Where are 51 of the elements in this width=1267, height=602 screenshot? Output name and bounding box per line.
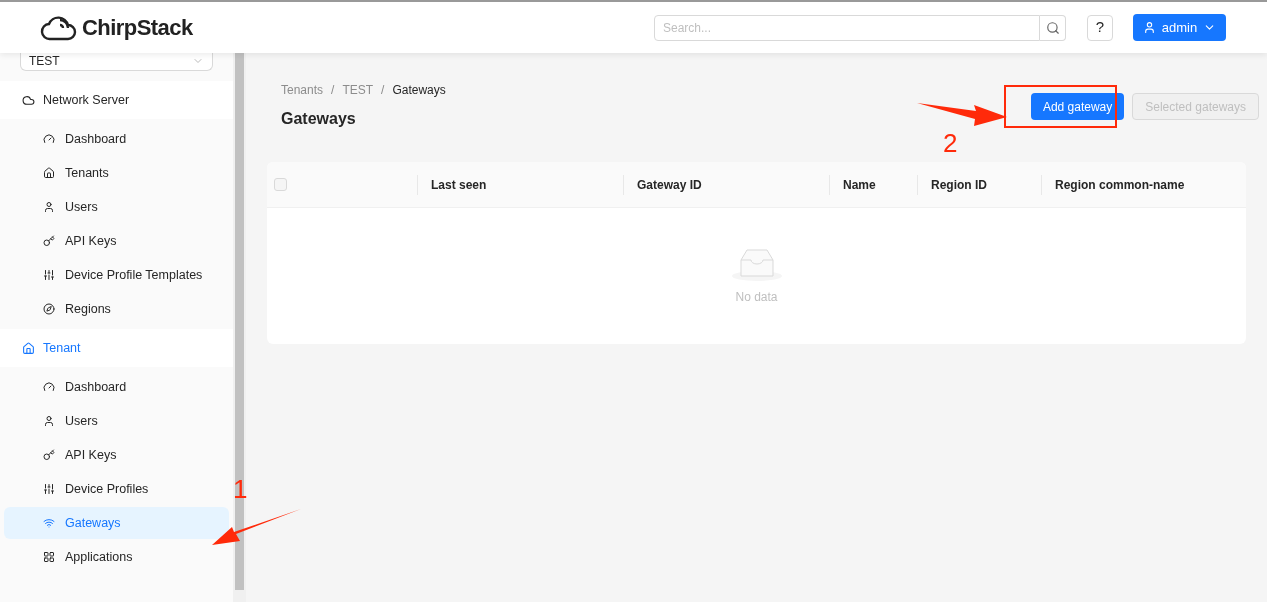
empty-text: No data <box>735 289 778 306</box>
wifi-icon <box>43 517 55 529</box>
menu-item[interactable]: Gateways <box>4 507 229 539</box>
key-icon <box>43 235 55 247</box>
column-header: Name <box>843 176 876 194</box>
menu-item[interactable]: Regions <box>4 293 229 325</box>
house-icon <box>22 341 35 355</box>
menu-item[interactable]: Applications <box>4 541 229 573</box>
help-button[interactable]: ? <box>1087 14 1113 41</box>
search-button[interactable] <box>1040 14 1066 41</box>
sliders-icon <box>43 483 55 495</box>
user-menu-button[interactable]: admin <box>1133 14 1226 41</box>
empty-inbox-icon <box>730 246 783 282</box>
scrollbar[interactable] <box>233 53 246 602</box>
compass-icon <box>43 303 55 315</box>
key-icon <box>43 449 55 461</box>
breadcrumb-separator: / <box>331 82 335 99</box>
checkbox[interactable] <box>274 178 287 191</box>
search-field[interactable]: Search... <box>654 14 1040 41</box>
logo-text: ChirpStack <box>82 14 193 42</box>
user-icon <box>1142 21 1156 34</box>
gauge-icon <box>43 381 55 393</box>
menu-item[interactable]: Dashboard <box>4 371 229 403</box>
cloud-icon <box>22 93 35 107</box>
menu-item[interactable]: Dashboard <box>4 123 229 155</box>
menu-item[interactable]: Users <box>4 191 229 223</box>
annotation-number: 2 <box>943 127 958 160</box>
menu-group[interactable]: Network Server <box>0 81 233 119</box>
house-icon <box>43 167 55 179</box>
tenant-select[interactable]: TEST <box>20 53 213 71</box>
annotation-number: 1 <box>233 473 248 506</box>
gauge-icon <box>43 133 55 145</box>
add-button[interactable]: Add gateway <box>1030 93 1125 120</box>
breadcrumb-separator: / <box>381 82 385 99</box>
column-header: Gateway ID <box>637 176 702 194</box>
user-icon <box>43 415 55 427</box>
sliders-icon <box>43 269 55 281</box>
menu-item[interactable]: API Keys <box>4 439 229 471</box>
menu-item[interactable]: API Keys <box>4 225 229 257</box>
menu-item[interactable]: Device Profile Templates <box>4 259 229 291</box>
user-icon <box>43 201 55 213</box>
menu-item[interactable]: Tenants <box>4 157 229 189</box>
column-header: Region common-name <box>1055 176 1185 194</box>
grid-icon <box>43 551 55 563</box>
menu-item[interactable]: Device Profiles <box>4 473 229 505</box>
menu-group[interactable]: Tenant <box>0 329 233 367</box>
column-header: Region ID <box>931 176 987 194</box>
column-header: Last seen <box>431 176 487 194</box>
menu-item[interactable]: Users <box>4 405 229 437</box>
search-icon <box>1045 20 1060 35</box>
page-title: Gateways <box>281 109 357 129</box>
